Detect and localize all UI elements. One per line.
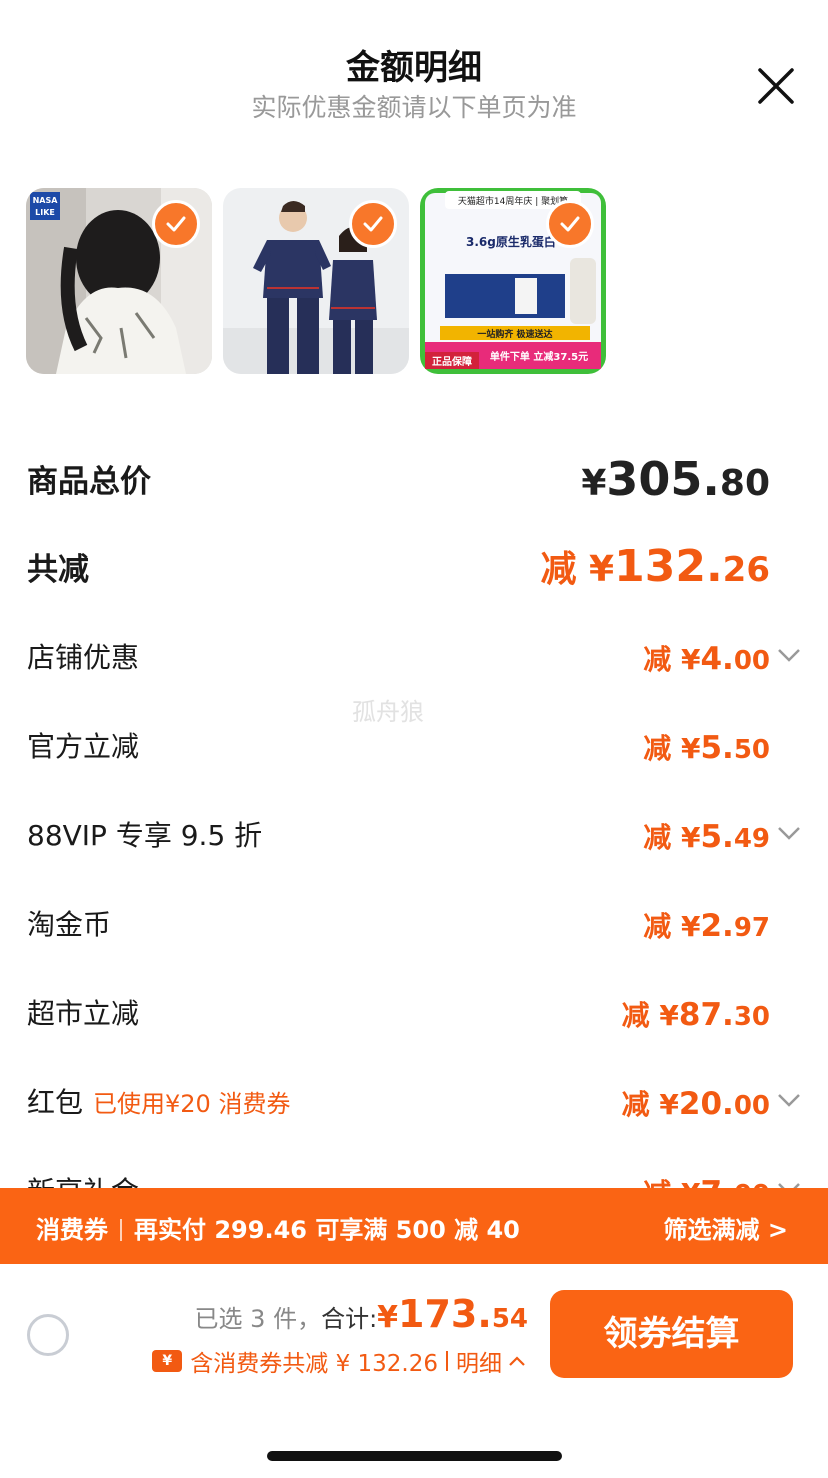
svg-text:LIKE: LIKE [35,208,55,217]
detail-link: 明细 [456,1351,502,1377]
chevron-down-icon[interactable] [776,820,802,846]
select-all-radio[interactable] [27,1314,69,1356]
discount-label: 88VIP 专享 9.5 折 [27,819,263,852]
divider [120,1219,122,1241]
total-price-currency: ¥ [581,463,607,504]
coupon-tag: 消费券 [36,1216,108,1244]
discount-row-88vip[interactable]: 88VIP 专享 9.5 折 减 ¥5.49 [0,810,828,870]
discount-row-redpacket[interactable]: 红包 已使用¥20 消费券 减 ¥20.00 [0,1077,828,1137]
discount-detail-link[interactable]: ¥ 含消费券共减 ¥ 132.26 明细 [152,1344,526,1378]
banner-top-text: 天猫超市14周年庆 | 聚划算 [458,195,568,207]
total-price-row: 商品总价 ¥305.80 [0,452,828,512]
chevron-up-icon [509,1356,525,1366]
checkout-footer: 已选 3 件，合计:¥173.54 ¥ 含消费券共减 ¥ 132.26 明细 领… [0,1264,828,1478]
discount-value: 减 ¥5.50 [643,730,770,766]
price-details: 商品总价 ¥305.80 共减 减 ¥132.26 店铺优惠 减 ¥4.00 官… [0,430,828,1188]
coupon-message: 消费券 再实付 299.46 可享满 500 减 40 [36,1210,520,1245]
filter-coupon-label: 筛选满减 [663,1216,760,1244]
order-summary: 已选 3 件，合计:¥173.54 [195,1292,528,1336]
discount-value: 减 ¥20.00 [621,1086,770,1122]
chevron-down-icon[interactable] [776,1087,802,1113]
total-reduce-dec: 26 [722,550,770,590]
header: 金额明细 实际优惠金额请以下单页为准 [0,0,828,150]
chevron-down-icon[interactable] [776,1176,802,1188]
checkout-button[interactable]: 领券结算 [550,1290,793,1378]
product-thumb-3[interactable]: 天猫超市14周年庆 | 聚划算 3.6g原生乳蛋白 一站购齐 极速送达 单件下单… [420,188,606,374]
coupon-ticket-icon: ¥ [152,1350,183,1372]
discount-row-shop[interactable]: 店铺优惠 减 ¥4.00 [0,632,828,692]
page-title: 金额明细 [346,48,482,88]
discount-row-official: 官方立减 减 ¥5.50 [0,721,828,781]
chevron-down-icon[interactable] [776,642,802,668]
product-thumb-2[interactable] [223,188,409,374]
chevron-right-icon: > [767,1216,788,1244]
checked-icon[interactable] [152,200,200,248]
sum-label: 合计: [321,1305,378,1333]
checked-icon[interactable] [349,200,397,248]
filter-coupon-link[interactable]: 筛选满减 > [664,1210,788,1245]
total-price-value: ¥305.80 [581,452,770,506]
discount-label: 淘金币 [27,908,112,941]
discount-value: 减 ¥7.00 [643,1172,770,1188]
promo-2-text: 单件下单 立减37.5元 [490,350,588,363]
discount-label: 新享礼金 [27,1170,139,1188]
page-subtitle: 实际优惠金额请以下单页为准 [251,93,577,122]
coupon-text: 再实付 299.46 可享满 500 减 40 [134,1216,520,1244]
checked-icon[interactable] [546,200,594,248]
discount-row-gift-cash[interactable]: 新享礼金 减 ¥7.00 [0,1166,828,1188]
discount-value: 减 ¥4.00 [643,641,770,677]
sum-currency: ¥ [377,1300,399,1335]
sum-dec: 54 [491,1304,528,1334]
total-reduce-label: 共减 [27,552,89,588]
discount-label: 超市立减 [27,997,140,1030]
close-icon[interactable] [754,64,798,108]
discount-value: 减 ¥5.49 [643,819,770,855]
home-indicator[interactable] [267,1451,562,1461]
discount-row-supermarket: 超市立减 减 ¥87.30 [0,988,828,1048]
product-thumb-1[interactable]: NASA LIKE [26,188,212,374]
discount-label: 官方立减 [27,730,140,763]
discount-value: 减 ¥2.97 [643,908,770,944]
coupon-bar: 消费券 再实付 299.46 可享满 500 减 40 筛选满减 > [0,1188,828,1264]
total-price-dec: 80 [719,463,770,504]
divider [446,1351,448,1371]
discount-label: 店铺优惠 [27,641,140,674]
total-price-int: 305. [606,452,720,506]
discount-value: 减 ¥87.30 [621,997,770,1033]
detail-text: 含消费券共减 ¥ 132.26 [190,1351,438,1377]
total-reduce-prefix: 减 ¥ [540,549,615,590]
tag-text: 正品保障 [432,355,472,368]
headline-text: 3.6g原生乳蛋白 [466,234,556,249]
watermark: 孤舟狼 [352,698,424,726]
total-reduce-value: 减 ¥132.26 [541,540,770,592]
svg-text:NASA: NASA [33,196,59,205]
total-price-label: 商品总价 [27,464,151,500]
selected-count: 已选 3 件， [194,1305,322,1333]
sum-int: 173. [398,1292,492,1336]
discount-note: 已使用¥20 消费券 [93,1090,291,1118]
discount-label: 红包 已使用¥20 消费券 [27,1086,291,1119]
total-reduce-int: 132. [614,541,723,592]
promo-1-text: 一站购齐 极速送达 [477,328,552,340]
total-reduce-row: 共减 减 ¥132.26 [0,540,828,600]
discount-row-taojinbi: 淘金币 减 ¥2.97 [0,899,828,959]
